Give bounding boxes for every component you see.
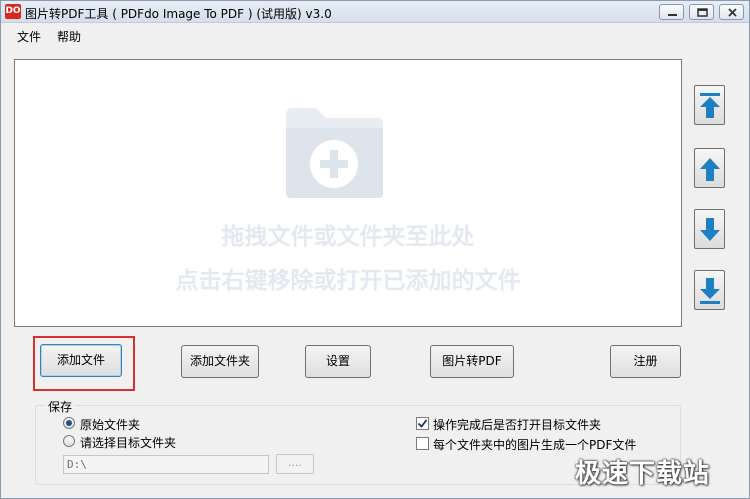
one-pdf-per-folder-label[interactable]: 每个文件夹中的图片生成一个PDF文件: [433, 436, 636, 453]
add-folder-icon: [286, 108, 383, 198]
arrow-to-bottom-icon: [700, 278, 720, 304]
open-after-label[interactable]: 操作完成后是否打开目标文件夹: [433, 416, 601, 433]
add-file-button[interactable]: 添加文件: [40, 344, 122, 377]
move-to-top-button[interactable]: [694, 85, 725, 125]
radio-original-folder-label[interactable]: 原始文件夹: [80, 416, 140, 433]
radio-original-folder[interactable]: [63, 417, 75, 429]
close-button[interactable]: [719, 4, 744, 20]
target-folder-input[interactable]: D:\: [63, 455, 269, 474]
close-icon: [728, 8, 737, 17]
checkmark-icon: [417, 419, 428, 428]
maximize-button[interactable]: [689, 4, 714, 20]
convert-to-pdf-button[interactable]: 图片转PDF: [430, 345, 514, 378]
save-group-label: 保存: [45, 398, 76, 415]
drop-hint-line2: 点击右键移除或打开已添加的文件: [175, 268, 521, 294]
arrow-to-top-icon: [700, 93, 720, 118]
radio-choose-folder-label[interactable]: 请选择目标文件夹: [80, 434, 176, 451]
arrow-down-icon: [700, 218, 720, 241]
file-drop-zone[interactable]: 拖拽文件或文件夹至此处 点击右键移除或打开已添加的文件: [14, 59, 682, 327]
move-to-bottom-button[interactable]: [694, 270, 725, 310]
open-after-checkbox[interactable]: [416, 417, 429, 430]
title-bar[interactable]: DO 图片转PDF工具 ( PDFdo Image To PDF ) (试用版)…: [1, 1, 749, 23]
one-pdf-per-folder-checkbox[interactable]: [416, 437, 429, 450]
move-up-button[interactable]: [694, 148, 725, 188]
move-down-button[interactable]: [694, 209, 725, 249]
window-title: 图片转PDF工具 ( PDFdo Image To PDF ) (试用版) v3…: [25, 7, 332, 21]
app-logo-icon: DO: [5, 4, 21, 19]
menu-file[interactable]: 文件: [17, 28, 41, 45]
menu-help[interactable]: 帮助: [57, 28, 81, 45]
minimize-button[interactable]: [659, 4, 684, 20]
app-window: DO 图片转PDF工具 ( PDFdo Image To PDF ) (试用版)…: [0, 0, 750, 499]
register-button[interactable]: 注册: [610, 345, 681, 378]
radio-choose-folder[interactable]: [63, 435, 75, 447]
settings-button[interactable]: 设置: [305, 345, 371, 378]
drop-hint-line1: 拖拽文件或文件夹至此处: [221, 224, 475, 250]
minimize-icon: [668, 14, 677, 16]
watermark-text: 极速下载站: [575, 459, 711, 489]
menu-bar: 文件 帮助: [1, 24, 749, 46]
browse-folder-button[interactable]: ....: [276, 454, 314, 474]
maximize-icon: [697, 8, 708, 17]
arrow-up-icon: [700, 158, 720, 181]
add-folder-button[interactable]: 添加文件夹: [181, 345, 259, 378]
